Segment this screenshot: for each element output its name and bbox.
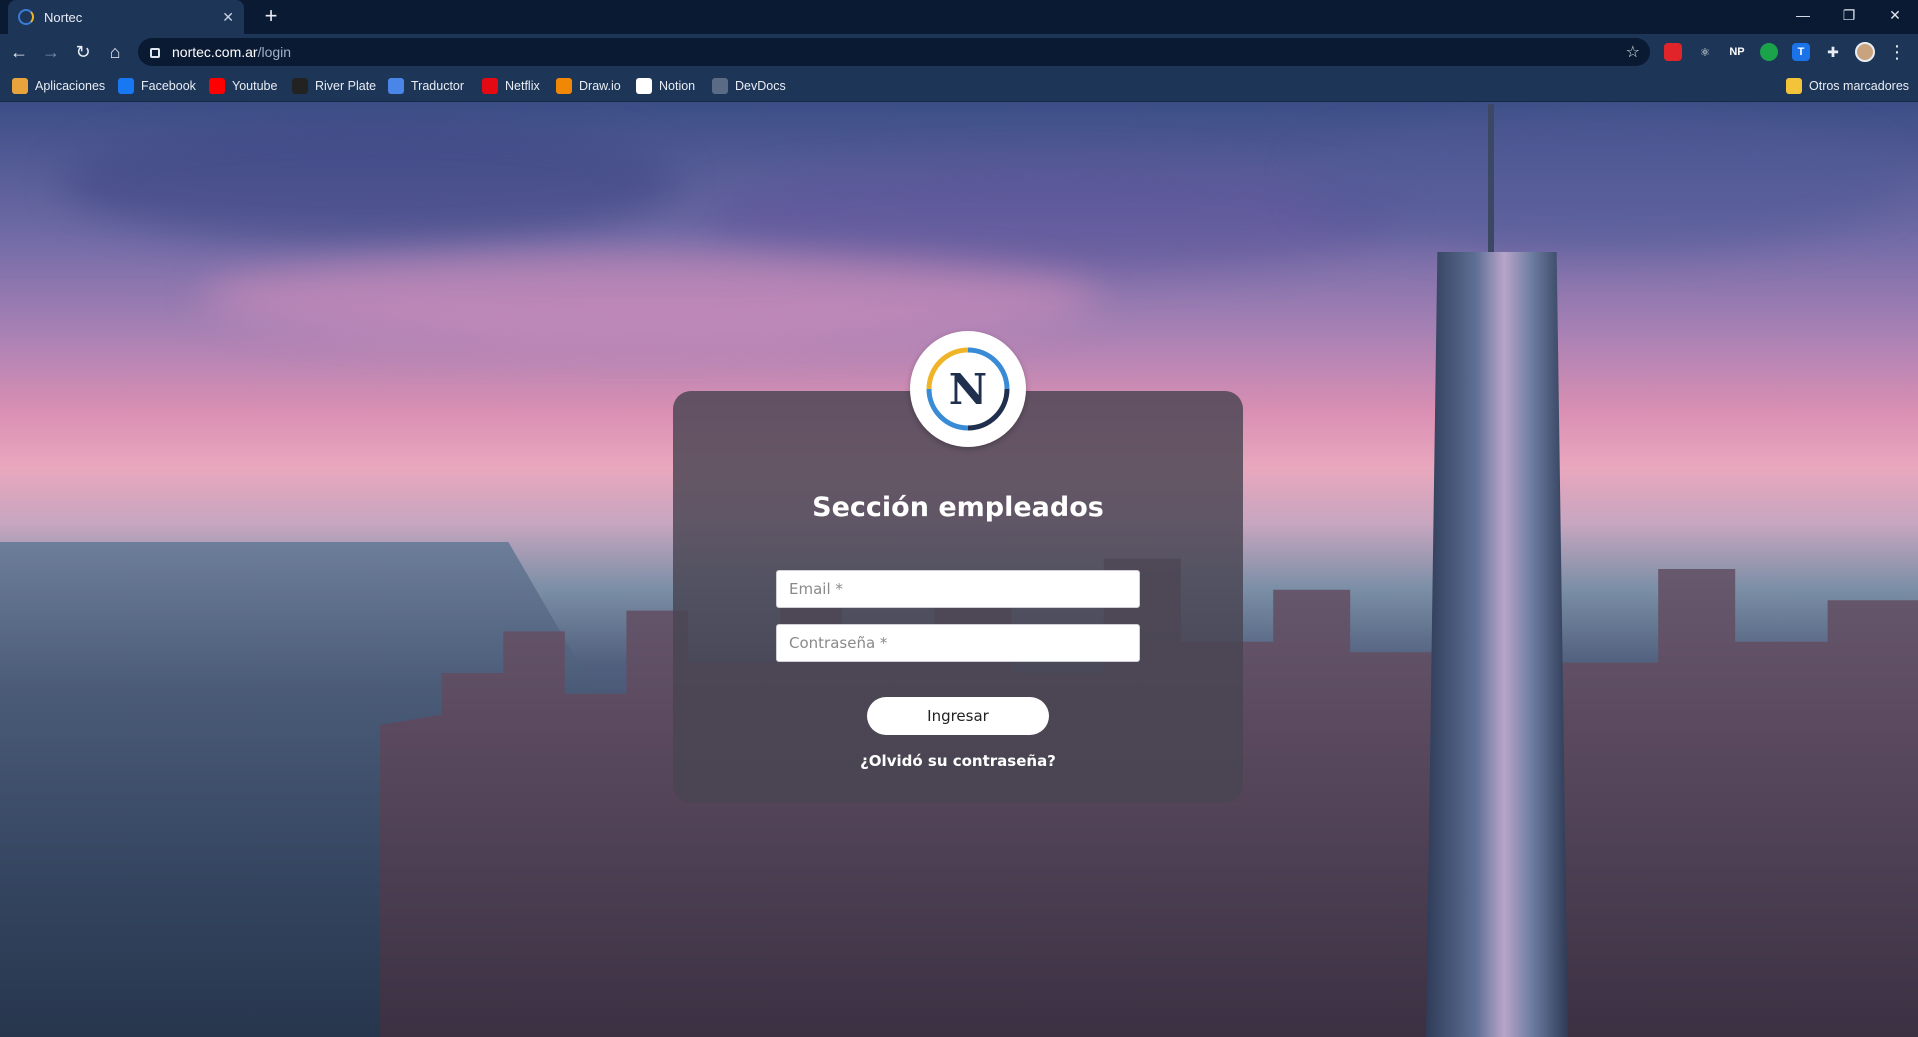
close-tab-icon[interactable]: ✕ [222, 9, 234, 26]
bookmark-label: Facebook [141, 79, 196, 93]
apps-grid-icon [12, 78, 28, 94]
drawio-icon [556, 78, 572, 94]
tab-strip: Nortec ✕ + — ❐ ✕ [0, 0, 1918, 34]
profile-avatar[interactable] [1852, 39, 1878, 65]
bookmark-devdocs[interactable]: DevDocs [712, 77, 786, 95]
react-devtools-icon[interactable]: ⚛ [1696, 43, 1714, 61]
folder-icon [1786, 78, 1802, 94]
bookmark-label: River Plate [315, 79, 377, 93]
bookmark-river-plate[interactable]: River Plate [292, 77, 376, 95]
notion-icon [636, 78, 652, 94]
bookmark-label: Draw.io [579, 79, 621, 93]
extensions-puzzle-icon[interactable]: ✚ [1820, 39, 1846, 65]
translate-icon [388, 78, 404, 94]
close-window-icon[interactable]: ✕ [1872, 0, 1918, 30]
bookmark-youtube[interactable]: Youtube [209, 77, 277, 95]
bookmark-netflix[interactable]: Netflix [482, 77, 540, 95]
bookmark-label: Aplicaciones [35, 79, 106, 93]
bookmark-traductor[interactable]: Traductor [388, 77, 464, 95]
facebook-icon [118, 78, 134, 94]
other-bookmarks[interactable]: Otros marcadores [1786, 77, 1909, 95]
bookmark-label: Netflix [505, 79, 540, 93]
lock-icon [150, 48, 160, 58]
bookmark-label: Notion [659, 79, 696, 93]
browser-menu-icon[interactable]: ⋮ [1884, 39, 1910, 65]
url-path: /login [257, 44, 292, 60]
bookmarks-bar: Aplicaciones Facebook Youtube River Plate Tr… [0, 70, 1918, 102]
bookmark-star-icon[interactable]: ☆ [1626, 42, 1640, 62]
password-field[interactable] [776, 624, 1140, 662]
tab-title: Nortec [44, 9, 83, 25]
new-tab-button[interactable]: + [258, 4, 284, 30]
tower-image [1426, 252, 1568, 1037]
nortec-favicon-icon [18, 9, 34, 25]
bookmark-label: Youtube [232, 79, 278, 93]
browser-tab[interactable]: Nortec ✕ [8, 0, 244, 34]
np-icon[interactable]: NP [1728, 43, 1746, 61]
bookmark-label: DevDocs [735, 79, 786, 93]
email-field[interactable] [776, 570, 1140, 608]
netflix-icon [482, 78, 498, 94]
river-plate-icon [292, 78, 308, 94]
green-extension-icon[interactable] [1760, 43, 1778, 61]
nortec-logo: N [910, 331, 1026, 447]
adblock-icon[interactable] [1664, 43, 1682, 61]
logo-letter: N [948, 364, 988, 414]
bookmark-draw-io[interactable]: Draw.io [556, 77, 621, 95]
t-extension-icon[interactable]: T [1792, 43, 1810, 61]
forgot-password-link[interactable]: ¿Olvidó su contraseña? [673, 752, 1243, 770]
forward-icon[interactable]: → [38, 39, 64, 65]
devdocs-icon [712, 78, 728, 94]
login-button[interactable]: Ingresar [867, 697, 1049, 735]
minimize-icon[interactable]: — [1780, 0, 1826, 30]
other-bookmarks-label: Otros marcadores [1809, 79, 1910, 93]
page-title: Sección empleados [812, 492, 1104, 523]
home-icon[interactable]: ⌂ [102, 39, 128, 65]
url-host: nortec.com.ar [172, 44, 258, 60]
browser-toolbar: ← → ↻ ⌂ nortec.com.ar/login ☆ ⚛ NP T ✚ ⋮ [0, 34, 1918, 70]
restore-icon[interactable]: ❐ [1826, 0, 1872, 30]
youtube-icon [209, 78, 225, 94]
bookmark-aplicaciones[interactable]: Aplicaciones [12, 77, 105, 95]
address-bar[interactable]: nortec.com.ar/login ☆ [138, 38, 1650, 66]
bookmark-label: Traductor [411, 79, 465, 93]
bookmark-notion[interactable]: Notion [636, 77, 695, 95]
tower-spire [1488, 104, 1494, 254]
reload-icon[interactable]: ↻ [70, 39, 96, 65]
bookmark-facebook[interactable]: Facebook [118, 77, 196, 95]
back-icon[interactable]: ← [6, 39, 32, 65]
